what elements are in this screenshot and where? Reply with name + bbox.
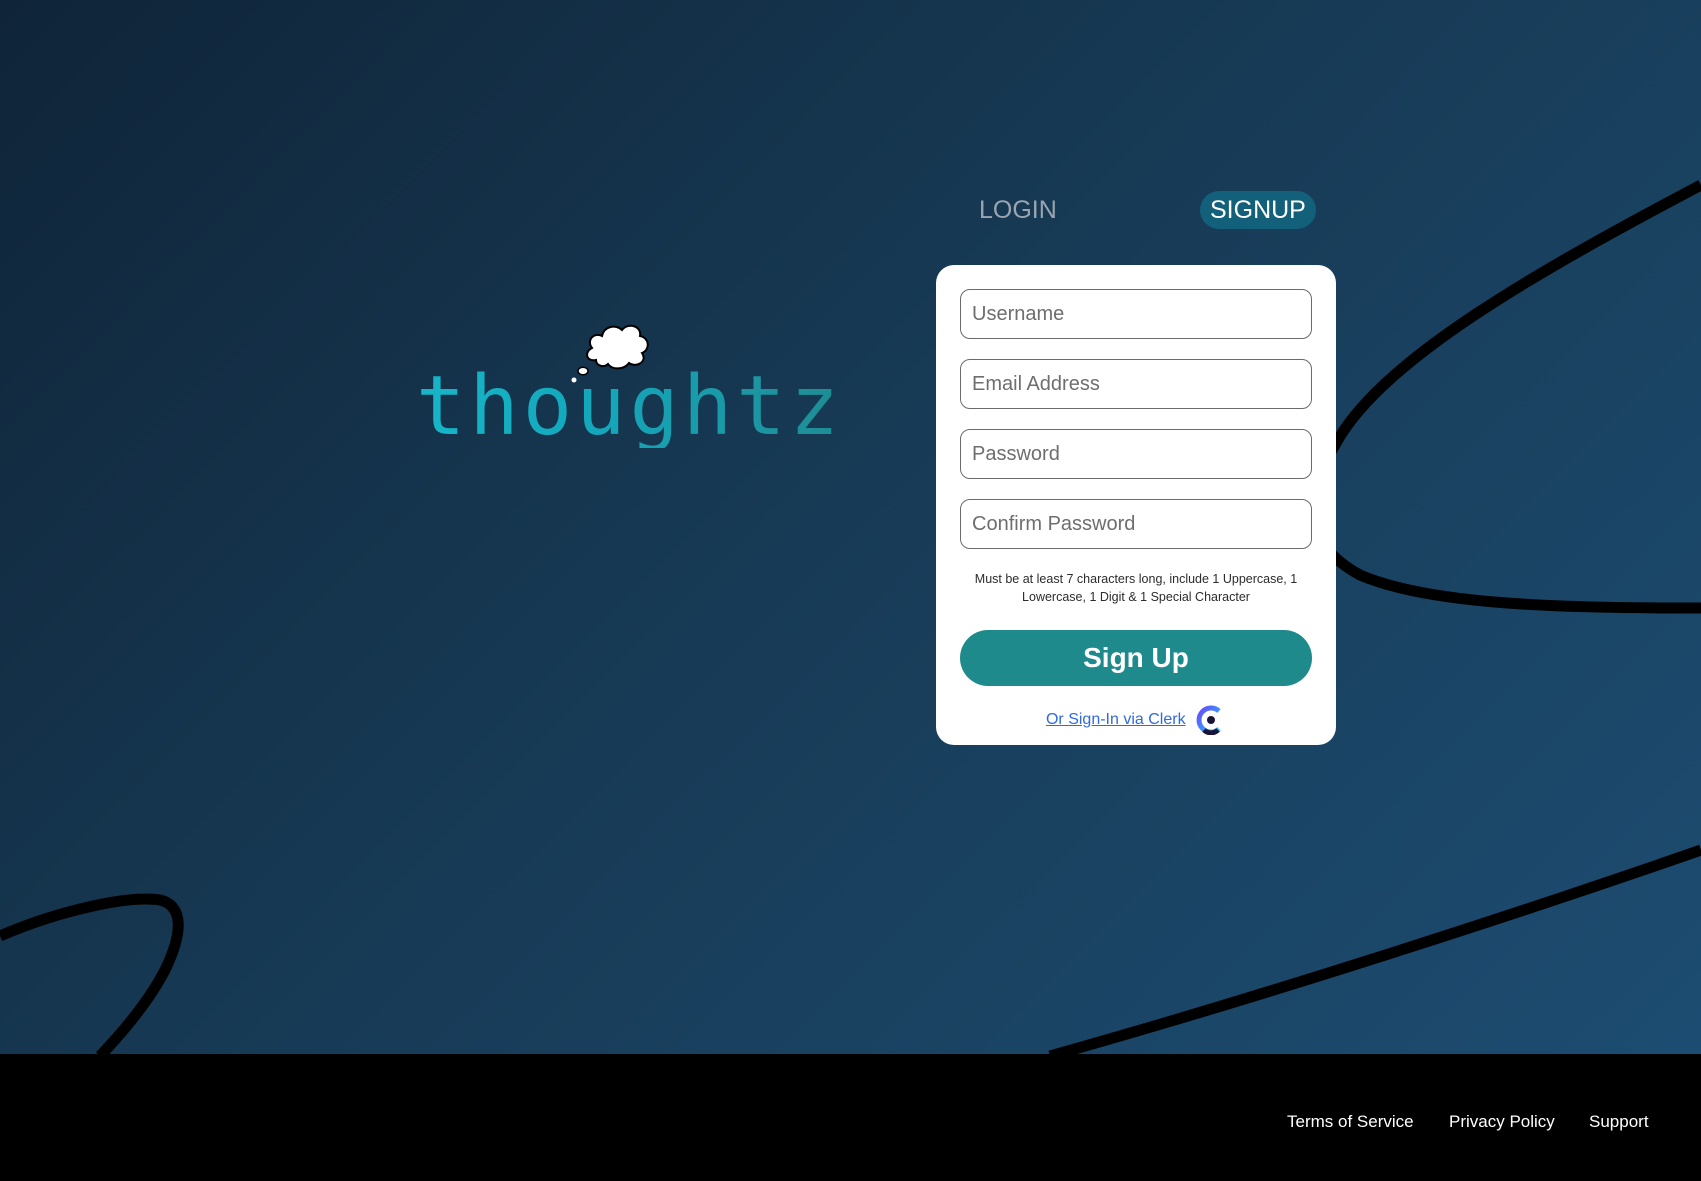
background-curves: [0, 180, 1701, 1062]
signup-card: Must be at least 7 characters long, incl…: [936, 265, 1336, 745]
support-link[interactable]: Support: [1589, 1112, 1649, 1132]
clerk-signin-row: Or Sign-In via Clerk: [936, 705, 1336, 737]
brand-wordmark: thoughtz: [416, 359, 843, 454]
terms-of-service-link[interactable]: Terms of Service: [1287, 1112, 1414, 1132]
username-field[interactable]: [960, 289, 1312, 339]
clerk-logo-icon[interactable]: [1196, 705, 1226, 735]
thoughtz-logo: thoughtz: [416, 318, 839, 448]
privacy-policy-link[interactable]: Privacy Policy: [1449, 1112, 1555, 1132]
password-hint: Must be at least 7 characters long, incl…: [974, 572, 1298, 604]
sign-up-button[interactable]: Sign Up: [960, 630, 1312, 686]
tab-signup[interactable]: SIGNUP: [1200, 191, 1316, 229]
clerk-signin-link[interactable]: Or Sign-In via Clerk: [1046, 711, 1186, 728]
footer: Terms of Service Privacy Policy Support: [0, 1054, 1701, 1181]
password-field[interactable]: [960, 429, 1312, 479]
email-field[interactable]: [960, 359, 1312, 409]
tab-login[interactable]: LOGIN: [969, 191, 1067, 229]
confirm-password-field[interactable]: [960, 499, 1312, 549]
